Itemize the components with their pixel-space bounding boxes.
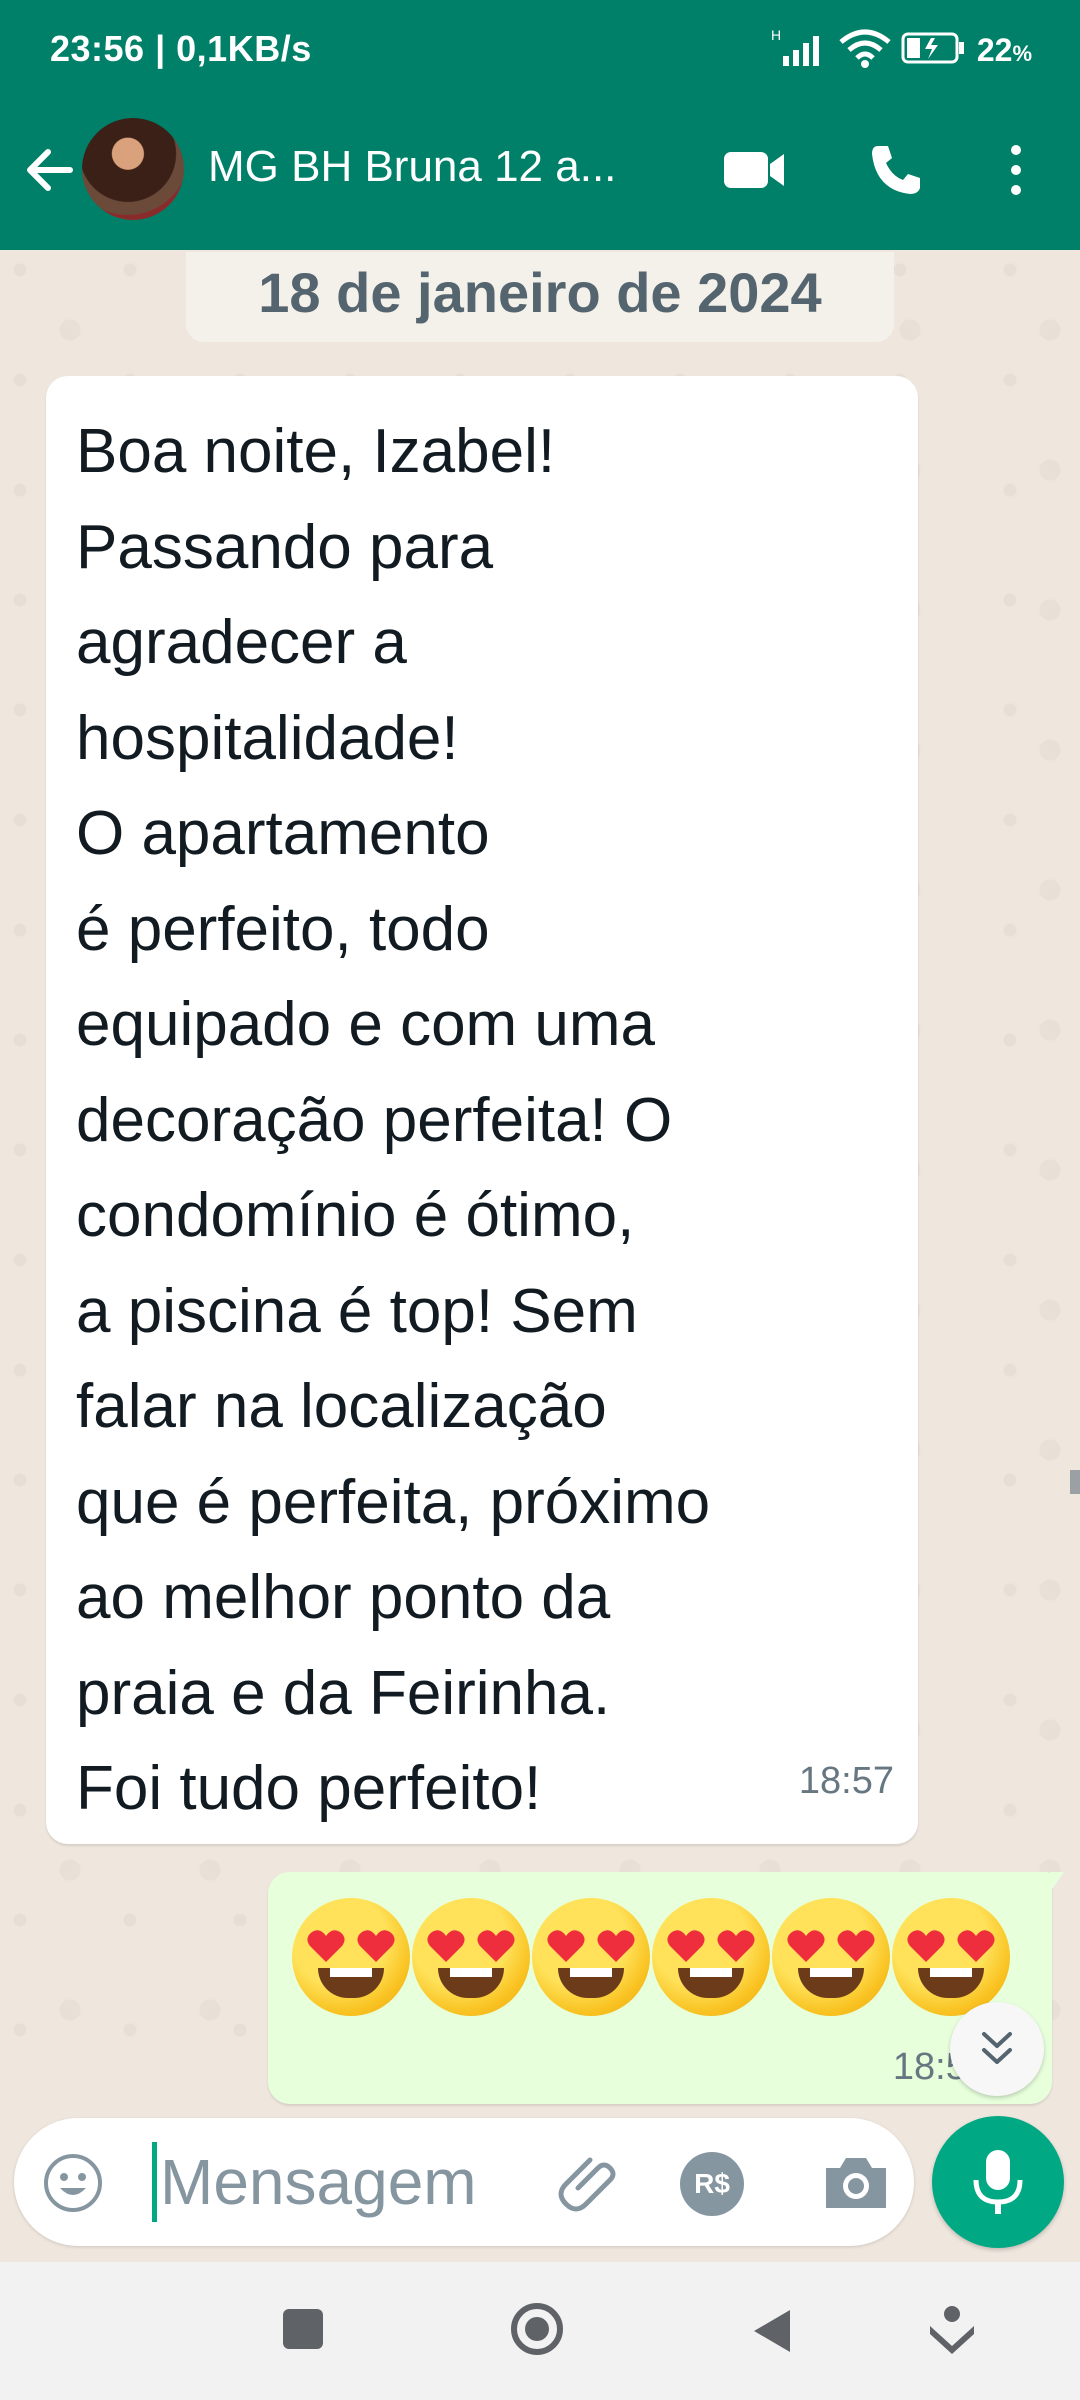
payment-button[interactable]: R$	[680, 2152, 744, 2216]
heart-eyes-emoji	[412, 1898, 530, 2016]
status-time-speed: 23:56 | 0,1KB/s	[50, 28, 312, 69]
camera-icon[interactable]	[820, 2152, 892, 2214]
heart-eyes-emoji	[892, 1898, 1010, 2016]
back-button[interactable]	[750, 2306, 794, 2356]
chat-area[interactable]: 18 de janeiro de 2024 Boa noite, Izabel!…	[0, 250, 1080, 2106]
heart-eyes-emoji-row	[292, 1898, 1010, 2016]
status-bar: 23:56 | 0,1KB/s H 22%	[0, 0, 1080, 100]
system-navigation-bar	[0, 2262, 1080, 2400]
battery-unit: %	[1012, 40, 1032, 66]
double-chevron-down-icon	[982, 2032, 1012, 2064]
scroll-indicator[interactable]	[1070, 1470, 1080, 1494]
status-icons: H 22%	[771, 26, 1032, 75]
phone-call-icon[interactable]	[866, 140, 926, 200]
microphone-icon	[973, 2150, 1023, 2214]
contact-avatar[interactable]	[82, 118, 184, 220]
date-label: 18 de janeiro de 2024	[186, 252, 894, 342]
message-input[interactable]	[160, 2140, 540, 2224]
text-cursor	[152, 2142, 157, 2222]
back-arrow-icon[interactable]	[20, 140, 80, 200]
more-options-icon[interactable]	[1000, 140, 1032, 200]
incoming-message-bubble[interactable]: Boa noite, Izabel! Passando para agradec…	[46, 376, 918, 1844]
app-bar: MG BH Bruna 12 a...	[0, 110, 1080, 230]
heart-eyes-emoji	[292, 1898, 410, 2016]
wifi-icon	[839, 28, 891, 73]
chat-header: 23:56 | 0,1KB/s H 22% MG BH Bruna 12 a..…	[0, 0, 1080, 250]
outgoing-message-bubble[interactable]: 18:57	[268, 1872, 1064, 2104]
network-type-label: H	[771, 27, 781, 43]
scroll-to-bottom-button[interactable]	[950, 2002, 1044, 2096]
assistant-button[interactable]	[926, 2302, 978, 2358]
message-composer: R$	[14, 2118, 914, 2246]
heart-eyes-emoji	[772, 1898, 890, 2016]
incoming-message-text: Boa noite, Izabel! Passando para agradec…	[76, 417, 711, 1823]
back-triangle-icon	[754, 2310, 790, 2352]
voice-message-button[interactable]	[932, 2116, 1064, 2248]
signal-icon: H	[771, 26, 829, 75]
battery-icon	[901, 30, 967, 71]
video-call-icon[interactable]	[722, 144, 788, 196]
heart-eyes-emoji	[652, 1898, 770, 2016]
heart-eyes-emoji	[532, 1898, 650, 2016]
assistant-icon	[930, 2306, 974, 2354]
home-button[interactable]	[510, 2302, 564, 2356]
home-icon	[511, 2303, 563, 2355]
chat-title[interactable]: MG BH Bruna 12 a...	[208, 142, 678, 192]
battery-percent: 22%	[976, 31, 1032, 68]
incoming-message-time: 18:57	[798, 1760, 894, 1802]
recent-apps-button[interactable]	[283, 2309, 323, 2349]
paperclip-icon[interactable]	[554, 2146, 626, 2218]
emoji-icon[interactable]	[42, 2152, 104, 2214]
